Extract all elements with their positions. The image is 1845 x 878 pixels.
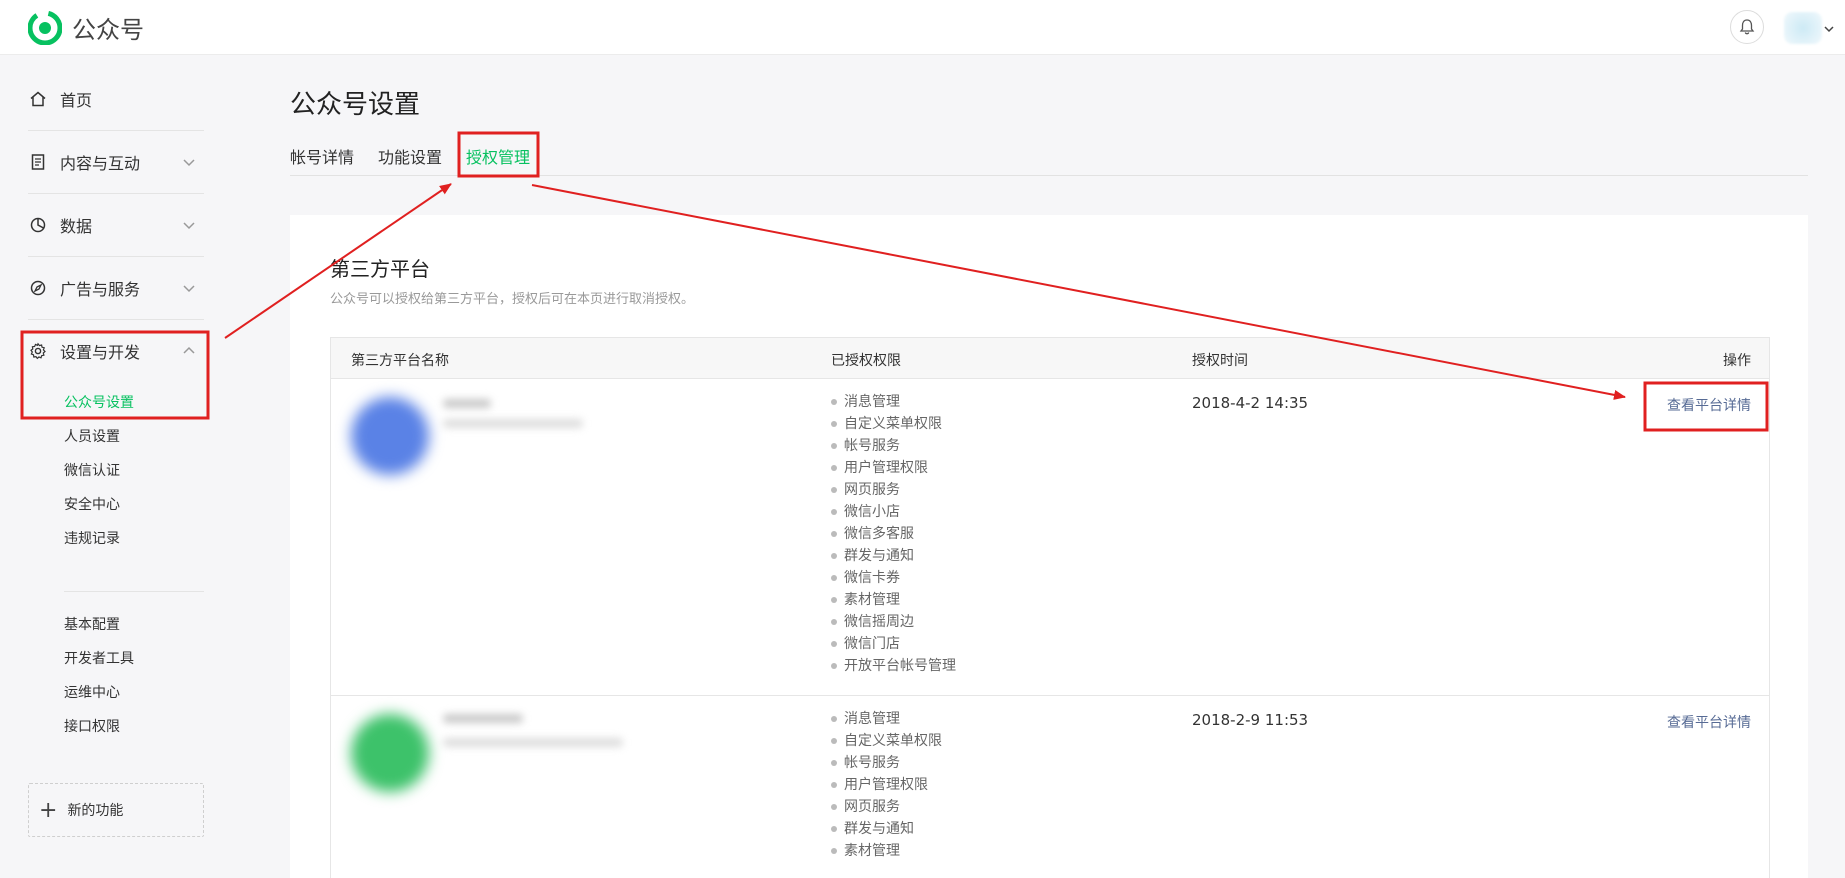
- list-item: 网页服务: [831, 479, 956, 501]
- sidebar-subitem-basic-config[interactable]: 基本配置: [64, 614, 120, 634]
- divider: [64, 591, 204, 592]
- sidebar-subitem-api-permissions[interactable]: 接口权限: [64, 716, 120, 736]
- content-card: 第三方平台 公众号可以授权给第三方平台，授权后可在本页进行取消授权。 第三方平台…: [290, 215, 1808, 878]
- sidebar-item-settings-dev[interactable]: 设置与开发: [28, 320, 204, 382]
- sidebar-item-content[interactable]: 内容与互动: [28, 131, 204, 193]
- permission-list: 消息管理 自定义菜单权限 帐号服务 用户管理权限 网页服务 微信小店 微信多客服…: [831, 391, 956, 677]
- sidebar-subitem-wechat-verification[interactable]: 微信认证: [64, 460, 120, 480]
- top-bar: 公众号: [0, 0, 1845, 55]
- gear-icon: [28, 341, 48, 361]
- table-row: 消息管理 自定义菜单权限 帐号服务 用户管理权限 网页服务 微信小店 微信多客服…: [331, 379, 1769, 695]
- view-platform-details-link[interactable]: 查看平台详情: [1667, 395, 1751, 415]
- home-icon: [28, 89, 48, 109]
- sidebar-subitem-security-center[interactable]: 安全中心: [64, 494, 120, 514]
- platform-name-blurred: [443, 714, 523, 723]
- tab-function-settings[interactable]: 功能设置: [378, 144, 442, 168]
- sidebar-item-label: 设置与开发: [60, 343, 141, 362]
- list-item: 素材管理: [831, 840, 942, 862]
- chevron-up-icon: [183, 346, 195, 354]
- platform-name-blurred: [443, 399, 491, 408]
- list-item: 微信摇周边: [831, 611, 956, 633]
- list-item: 自定义菜单权限: [831, 730, 942, 752]
- chevron-down-icon: [183, 222, 195, 230]
- third-party-table: 第三方平台名称 已授权权限 授权时间 操作 消息管理 自定义菜单权限 帐号服务 …: [330, 337, 1770, 878]
- list-item: 自定义菜单权限: [831, 413, 956, 435]
- platform-logo: [351, 714, 429, 792]
- sidebar-item-label: 首页: [60, 91, 93, 110]
- list-item: 微信门店: [831, 633, 956, 655]
- new-function-label: 新的功能: [67, 803, 124, 819]
- list-item: 群发与通知: [831, 545, 956, 567]
- pie-chart-icon: [28, 215, 48, 235]
- sidebar-item-home[interactable]: 首页: [28, 68, 204, 130]
- sidebar-item-label: 广告与服务: [60, 280, 141, 299]
- new-function-button[interactable]: + 新的功能: [28, 783, 204, 837]
- sidebar-item-label: 内容与互动: [60, 154, 141, 173]
- sidebar-subitem-violation-records[interactable]: 违规记录: [64, 528, 120, 548]
- chevron-down-icon[interactable]: [1822, 22, 1836, 36]
- platform-desc-blurred: [443, 738, 623, 747]
- sidebar-subitem-staff-settings[interactable]: 人员设置: [64, 426, 120, 446]
- app-name: 公众号: [72, 16, 144, 44]
- chevron-down-icon: [183, 159, 195, 167]
- auth-time: 2018-4-2 14:35: [1192, 394, 1309, 412]
- list-item: 网页服务: [831, 796, 942, 818]
- table-row: 消息管理 自定义菜单权限 帐号服务 用户管理权限 网页服务 群发与通知 素材管理…: [331, 696, 1769, 878]
- platform-logo: [351, 397, 429, 475]
- list-item: 用户管理权限: [831, 457, 956, 479]
- page-title: 公众号设置: [290, 90, 421, 120]
- section-title: 第三方平台: [330, 257, 430, 281]
- list-item: 素材管理: [831, 589, 956, 611]
- brand[interactable]: 公众号: [28, 10, 144, 45]
- auth-time: 2018-2-9 11:53: [1192, 711, 1309, 729]
- permission-list: 消息管理 自定义菜单权限 帐号服务 用户管理权限 网页服务 群发与通知 素材管理: [831, 708, 942, 862]
- list-item: 帐号服务: [831, 435, 956, 457]
- wechat-official-logo-icon: [28, 10, 62, 45]
- list-item: 微信卡券: [831, 567, 956, 589]
- sidebar-subitem-ops-center[interactable]: 运维中心: [64, 682, 120, 702]
- compass-icon: [28, 278, 48, 298]
- column-header-actions: 操作: [1723, 353, 1751, 369]
- sidebar-subitem-developer-tools[interactable]: 开发者工具: [64, 648, 134, 668]
- column-header-auth-time: 授权时间: [1192, 353, 1248, 369]
- table-header: 第三方平台名称 已授权权限 授权时间 操作: [331, 337, 1769, 379]
- list-item: 用户管理权限: [831, 774, 942, 796]
- avatar[interactable]: [1784, 12, 1822, 44]
- tab-authorization-management[interactable]: 授权管理: [466, 144, 530, 168]
- tab-account-details[interactable]: 帐号详情: [290, 144, 354, 168]
- column-header-platform-name: 第三方平台名称: [351, 353, 449, 369]
- chevron-down-icon: [183, 285, 195, 293]
- plus-icon: +: [39, 797, 58, 823]
- sidebar-item-data[interactable]: 数据: [28, 194, 204, 256]
- sidebar-subitem-account-settings[interactable]: 公众号设置: [64, 392, 134, 412]
- platform-desc-blurred: [443, 419, 583, 428]
- list-item: 微信多客服: [831, 523, 956, 545]
- list-item: 帐号服务: [831, 752, 942, 774]
- sidebar-item-ads-services[interactable]: 广告与服务: [28, 257, 204, 319]
- list-item: 消息管理: [831, 708, 942, 730]
- sidebar-item-label: 数据: [60, 217, 93, 236]
- document-icon: [28, 152, 48, 172]
- sidebar: 首页 内容与互动 数据 广告与服务 设置与开发 公众号设置 人员设置 微信认证 …: [0, 56, 230, 878]
- section-description: 公众号可以授权给第三方平台，授权后可在本页进行取消授权。: [330, 292, 695, 307]
- list-item: 消息管理: [831, 391, 956, 413]
- list-item: 开放平台帐号管理: [831, 655, 956, 677]
- column-header-permissions: 已授权权限: [831, 353, 901, 369]
- bell-icon[interactable]: [1730, 10, 1764, 44]
- tab-bar: 帐号详情 功能设置 授权管理: [290, 142, 1808, 176]
- view-platform-details-link[interactable]: 查看平台详情: [1667, 712, 1751, 732]
- list-item: 微信小店: [831, 501, 956, 523]
- list-item: 群发与通知: [831, 818, 942, 840]
